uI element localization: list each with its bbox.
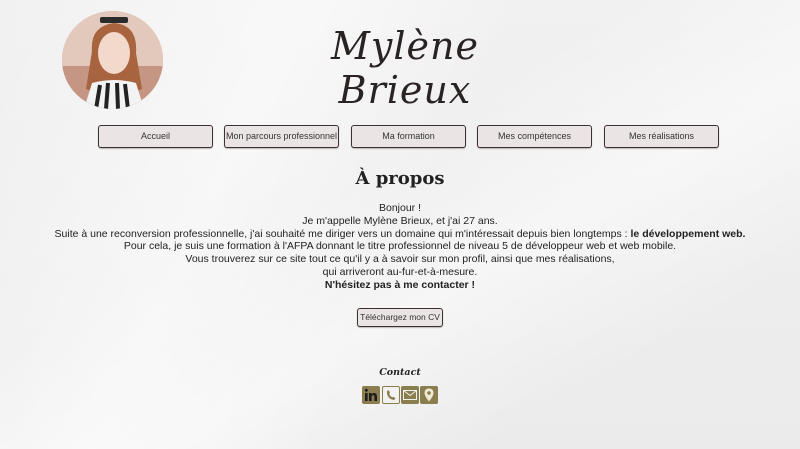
nav-training-button[interactable]: Ma formation [351,125,466,148]
contact-title: Contact [379,367,421,378]
about-text: Bonjour ! Je m'appelle Mylène Brieux, et… [0,202,800,292]
nav-projects-button[interactable]: Mes réalisations [604,125,719,148]
intro-line: N'hésitez pas à me contacter ! [0,279,800,292]
download-cv-button[interactable]: Téléchargez mon CV [357,308,443,327]
profile-avatar [62,11,163,109]
nav-skills-button[interactable]: Mes compétences [477,125,592,148]
intro-text: Suite à une reconversion professionnelle… [54,227,631,240]
location-icon[interactable] [420,386,438,404]
intro-highlight: le développement web. [630,227,746,240]
intro-line: Suite à une reconversion professionnelle… [0,228,800,241]
intro-line: Je m'appelle Mylène Brieux, et j'ai 27 a… [302,214,498,227]
intro-line: Pour cela, je suis une formation à l'AFP… [123,240,677,253]
intro-cta: N'hésitez pas à me contacter ! [324,278,476,291]
site-title: Mylène Brieux [331,24,479,112]
nav-career-button[interactable]: Mon parcours professionnel [224,125,339,148]
intro-line: Bonjour ! [378,202,422,214]
intro-line: Vous trouverez sur ce site tout ce qu'il… [185,253,615,266]
nav-home-button[interactable]: Accueil [98,125,213,148]
mail-icon[interactable] [401,386,419,404]
phone-icon[interactable] [382,386,400,404]
intro-line: qui arriveront au-fur-et-à-mesure. [322,265,478,278]
linkedin-icon[interactable] [362,386,380,404]
about-heading: À propos [355,168,445,189]
